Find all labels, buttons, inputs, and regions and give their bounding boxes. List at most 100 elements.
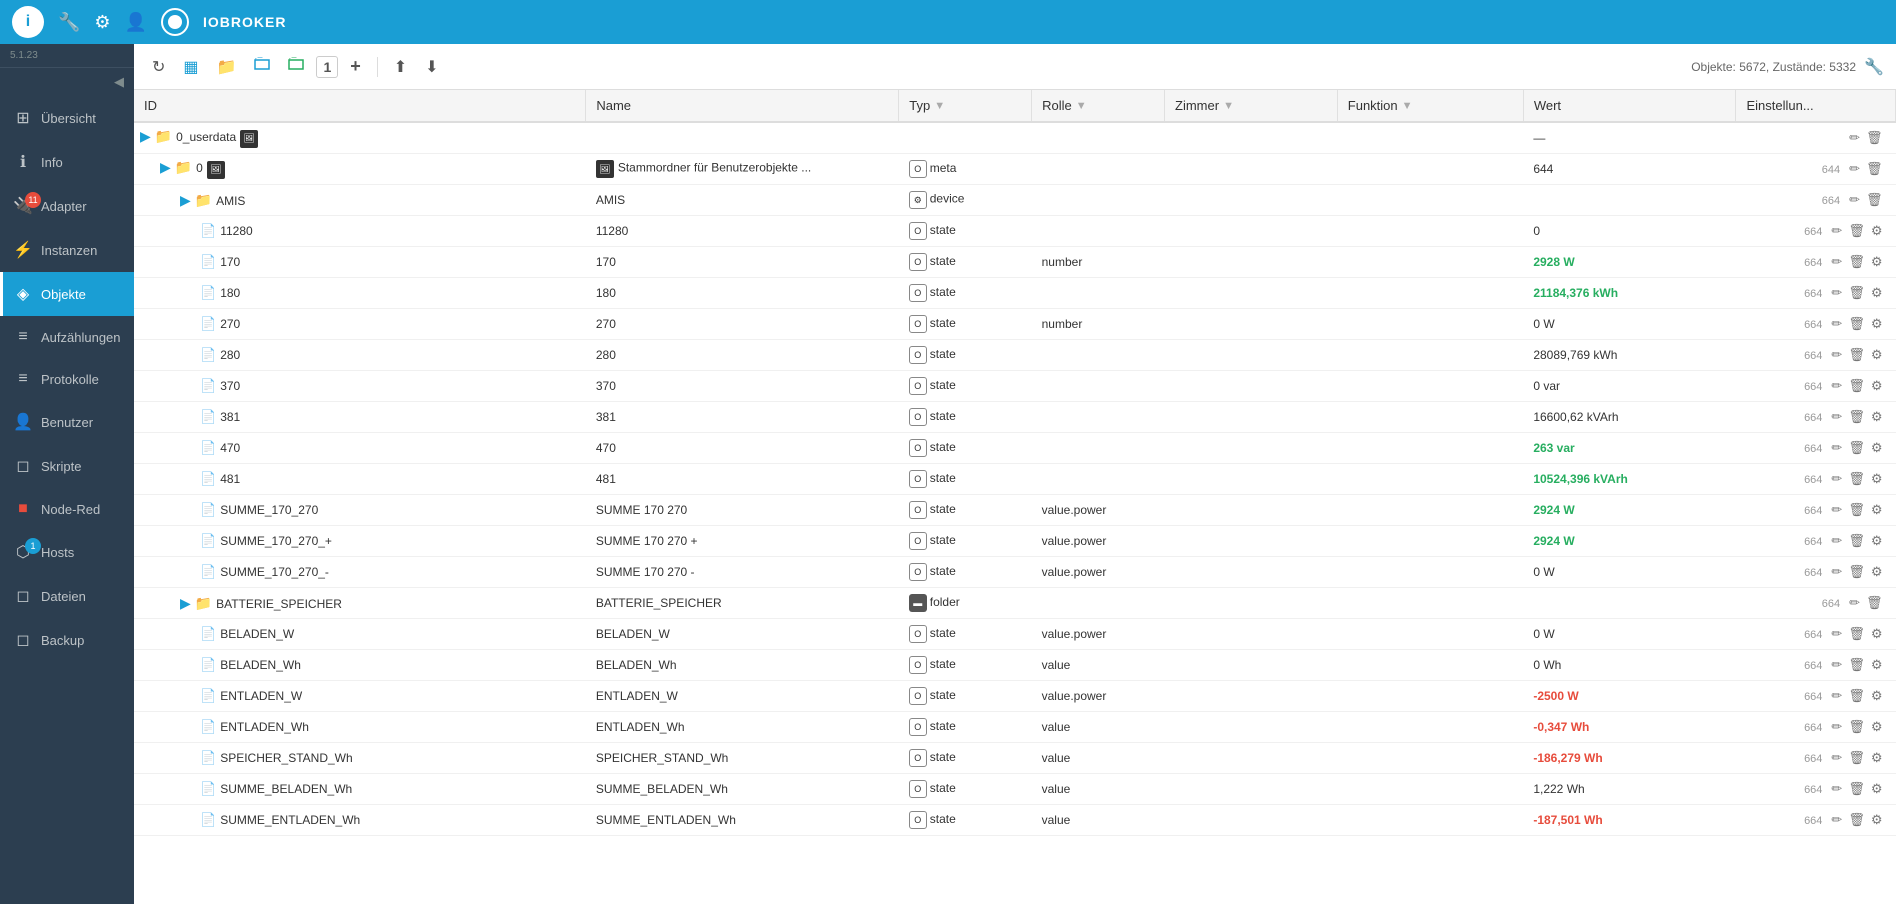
settings-cog-button[interactable]: ⚙	[1868, 717, 1886, 737]
sidebar-item-dateien[interactable]: ◻ Dateien	[0, 574, 134, 618]
delete-button[interactable]: 🗑	[1845, 810, 1868, 830]
edit-button[interactable]: ✏	[1828, 438, 1845, 458]
folder-green-button[interactable]	[282, 52, 310, 81]
delete-button[interactable]: 🗑	[1845, 469, 1868, 489]
sidebar-item-info[interactable]: ℹ Info	[0, 140, 134, 184]
sidebar-item-protokolle[interactable]: ≡ Protokolle	[0, 358, 134, 400]
edit-button[interactable]: ✏	[1828, 779, 1845, 799]
settings-cog-button[interactable]: ⚙	[1868, 686, 1886, 706]
edit-button[interactable]: ✏	[1828, 345, 1845, 365]
sidebar-item-objekte[interactable]: ◈ Objekte	[0, 272, 134, 316]
delete-button[interactable]: 🗑	[1845, 407, 1868, 427]
open-folder-button[interactable]	[248, 52, 276, 81]
delete-button[interactable]: 🗑	[1845, 221, 1868, 241]
edit-button[interactable]: ✏	[1828, 717, 1845, 737]
col-header-funktion[interactable]: Funktion ▼	[1337, 90, 1523, 122]
edit-button[interactable]: ✏	[1828, 748, 1845, 768]
edit-button[interactable]: ✏	[1846, 593, 1863, 613]
number-one-button[interactable]: 1	[316, 56, 338, 78]
delete-button[interactable]: 🗑	[1845, 376, 1868, 396]
settings-cog-button[interactable]: ⚙	[1868, 345, 1886, 365]
edit-button[interactable]: ✏	[1828, 252, 1845, 272]
edit-button[interactable]: ✏	[1828, 407, 1845, 427]
delete-button[interactable]: 🗑	[1863, 159, 1886, 179]
edit-button[interactable]: ✏	[1828, 500, 1845, 520]
edit-button[interactable]: ✏	[1846, 190, 1863, 210]
delete-button[interactable]: 🗑	[1845, 438, 1868, 458]
refresh-button[interactable]: ↻	[146, 53, 171, 81]
settings-cog-button[interactable]: ⚙	[1868, 562, 1886, 582]
settings-cog-button[interactable]: ⚙	[1868, 221, 1886, 241]
list-view-button[interactable]: ▦	[177, 53, 204, 81]
edit-button[interactable]: ✏	[1828, 810, 1845, 830]
delete-button[interactable]: 🗑	[1845, 283, 1868, 303]
edit-button[interactable]: ✏	[1828, 221, 1845, 241]
delete-button[interactable]: 🗑	[1845, 686, 1868, 706]
upload-button[interactable]: ⬆	[388, 53, 413, 81]
settings-cog-button[interactable]: ⚙	[1868, 655, 1886, 675]
edit-button[interactable]: ✏	[1828, 376, 1845, 396]
sidebar-item-uebersicht[interactable]: ⊞ Übersicht	[0, 96, 134, 140]
settings-cog-button[interactable]: ⚙	[1868, 283, 1886, 303]
edit-button[interactable]: ✏	[1828, 314, 1845, 334]
settings-cog-button[interactable]: ⚙	[1868, 624, 1886, 644]
delete-button[interactable]: 🗑	[1845, 655, 1868, 675]
delete-button[interactable]: 🗑	[1845, 531, 1868, 551]
sidebar-item-node-red[interactable]: ■ Node-Red	[0, 488, 134, 530]
delete-button[interactable]: 🗑	[1863, 190, 1886, 210]
delete-button[interactable]: 🗑	[1845, 562, 1868, 582]
settings-cog-button[interactable]: ⚙	[1868, 748, 1886, 768]
col-header-rolle[interactable]: Rolle ▼	[1032, 90, 1165, 122]
sidebar-item-backup[interactable]: ◻ Backup	[0, 618, 134, 662]
sidebar-item-hosts[interactable]: ⬡ Hosts 1	[0, 530, 134, 574]
sidebar-item-skripte[interactable]: ◻ Skripte	[0, 444, 134, 488]
settings-cog-button[interactable]: ⚙	[1868, 469, 1886, 489]
delete-button[interactable]: 🗑	[1845, 717, 1868, 737]
delete-button[interactable]: 🗑	[1845, 500, 1868, 520]
edit-button[interactable]: ✏	[1828, 469, 1845, 489]
settings-cog-button[interactable]: ⚙	[1868, 500, 1886, 520]
delete-button[interactable]: 🗑	[1845, 748, 1868, 768]
delete-button[interactable]: 🗑	[1863, 128, 1886, 148]
delete-button[interactable]: 🗑	[1845, 779, 1868, 799]
delete-button[interactable]: 🗑	[1845, 345, 1868, 365]
edit-button[interactable]: ✏	[1828, 283, 1845, 303]
col-header-zimmer[interactable]: Zimmer ▼	[1165, 90, 1338, 122]
add-button[interactable]: +	[344, 52, 367, 81]
delete-button[interactable]: 🗑	[1845, 314, 1868, 334]
sidebar-item-benutzer[interactable]: 👤 Benutzer	[0, 400, 134, 444]
edit-button[interactable]: ✏	[1828, 531, 1845, 551]
sidebar-item-aufzaehlungen[interactable]: ≡ Aufzählungen	[0, 316, 134, 358]
cell-id: 📄ENTLADEN_W	[134, 681, 586, 712]
sidebar-item-instanzen[interactable]: ⚡ Instanzen	[0, 228, 134, 272]
settings-cog-button[interactable]: ⚙	[1868, 438, 1886, 458]
settings-cog-button[interactable]: ⚙	[1868, 779, 1886, 799]
gear-icon[interactable]: ⚙	[94, 12, 110, 33]
delete-button[interactable]: 🗑	[1845, 252, 1868, 272]
download-button[interactable]: ⬇	[419, 53, 444, 81]
settings-cog-button[interactable]: ⚙	[1868, 810, 1886, 830]
edit-button[interactable]: ✏	[1828, 562, 1845, 582]
settings-cog-button[interactable]: ⚙	[1868, 314, 1886, 334]
settings-cog-button[interactable]: ⚙	[1868, 376, 1886, 396]
settings-cog-button[interactable]: ⚙	[1868, 407, 1886, 427]
table-row: 📄SUMME_170_270SUMME 170 270Ostatevalue.p…	[134, 495, 1896, 526]
edit-button[interactable]: ✏	[1828, 655, 1845, 675]
settings-cog-button[interactable]: ⚙	[1868, 252, 1886, 272]
row-id-text: 370	[220, 379, 240, 393]
wrench-icon[interactable]: 🔧	[58, 12, 80, 33]
edit-button[interactable]: ✏	[1846, 159, 1863, 179]
delete-button[interactable]: 🗑	[1845, 624, 1868, 644]
person-icon[interactable]: 👤	[125, 12, 147, 33]
delete-button[interactable]: 🗑	[1863, 593, 1886, 613]
col-header-typ[interactable]: Typ ▼	[899, 90, 1032, 122]
edit-button[interactable]: ✏	[1846, 128, 1863, 148]
sidebar-collapse-btn[interactable]: ◀	[0, 68, 134, 96]
app-logo[interactable]: i	[12, 6, 44, 38]
edit-button[interactable]: ✏	[1828, 686, 1845, 706]
sidebar-item-adapter[interactable]: 🔌 Adapter 11	[0, 184, 134, 228]
edit-button[interactable]: ✏	[1828, 624, 1845, 644]
add-folder-button[interactable]: 📁	[211, 53, 243, 81]
toolbar-settings-icon[interactable]: 🔧	[1864, 57, 1884, 77]
settings-cog-button[interactable]: ⚙	[1868, 531, 1886, 551]
